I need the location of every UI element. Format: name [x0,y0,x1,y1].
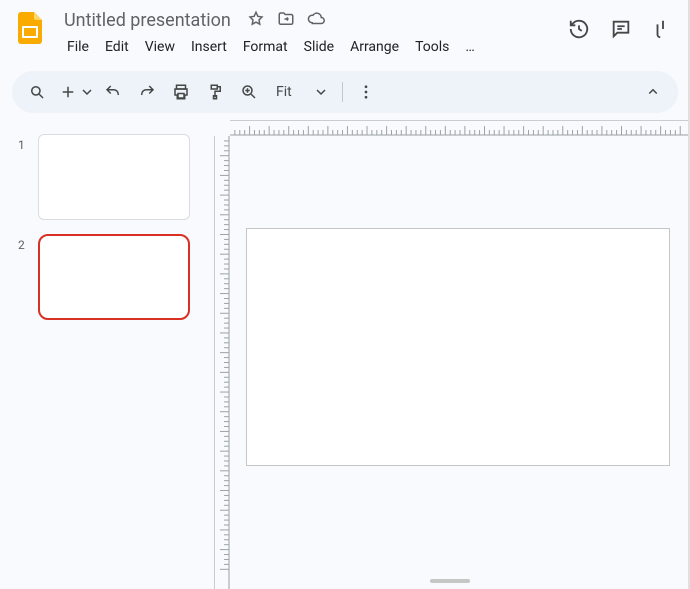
redo-button[interactable] [132,77,162,107]
canvas-area [210,120,690,589]
menu-insert[interactable]: Insert [184,35,234,59]
cloud-status-icon[interactable] [307,10,325,32]
menu-view[interactable]: View [138,35,182,59]
horizontal-ruler[interactable] [230,120,690,136]
slide-canvas[interactable] [246,228,670,466]
history-icon[interactable] [568,18,590,44]
toolbar: Fit [12,71,678,113]
zoom-level-dropdown[interactable]: Fit [268,84,334,100]
slide-thumbnail-2[interactable] [38,234,190,320]
new-slide-caret-icon[interactable] [80,87,94,97]
comments-icon[interactable] [610,18,632,44]
more-tools-button[interactable] [351,77,381,107]
menu-arrange[interactable]: Arrange [343,35,406,59]
vertical-ruler[interactable] [214,136,230,589]
document-area: Untitled presentation File Edit View Ins… [60,8,568,59]
menu-file[interactable]: File [60,35,96,59]
collapse-toolbar-button[interactable] [638,77,668,107]
header-right [568,8,678,44]
speaker-notes-handle[interactable] [430,579,470,583]
move-folder-icon[interactable] [277,10,295,32]
zoom-button[interactable] [234,77,264,107]
undo-button[interactable] [98,77,128,107]
chevron-down-icon [316,87,326,97]
share-partial-icon[interactable] [652,18,674,44]
menu-format[interactable]: Format [236,35,295,59]
slide-number: 2 [18,234,28,320]
filmstrip[interactable]: 1 2 [0,120,210,589]
menu-edit[interactable]: Edit [98,35,136,59]
zoom-level-text: Fit [276,84,292,100]
slide-thumb-row-2: 2 [18,234,200,320]
slide-thumb-row-1: 1 [18,134,200,220]
app-header: Untitled presentation File Edit View Ins… [0,0,690,59]
menu-more[interactable]: … [458,35,481,59]
paint-format-button[interactable] [200,77,230,107]
menu-tools[interactable]: Tools [408,35,456,59]
slide-number: 1 [18,134,28,220]
workspace: 1 2 [0,120,690,589]
toolbar-separator [342,82,343,102]
star-icon[interactable] [247,10,265,32]
slides-logo[interactable] [12,10,48,46]
search-menus-button[interactable] [22,77,52,107]
slide-thumbnail-1[interactable] [38,134,190,220]
title-icon-group [247,10,325,32]
new-slide-button[interactable] [56,77,80,107]
print-button[interactable] [166,77,196,107]
menu-bar: File Edit View Insert Format Slide Arran… [60,35,568,59]
title-row: Untitled presentation [60,8,568,33]
menu-slide[interactable]: Slide [297,35,341,59]
new-slide-combo[interactable] [56,77,94,107]
document-title[interactable]: Untitled presentation [60,8,235,33]
